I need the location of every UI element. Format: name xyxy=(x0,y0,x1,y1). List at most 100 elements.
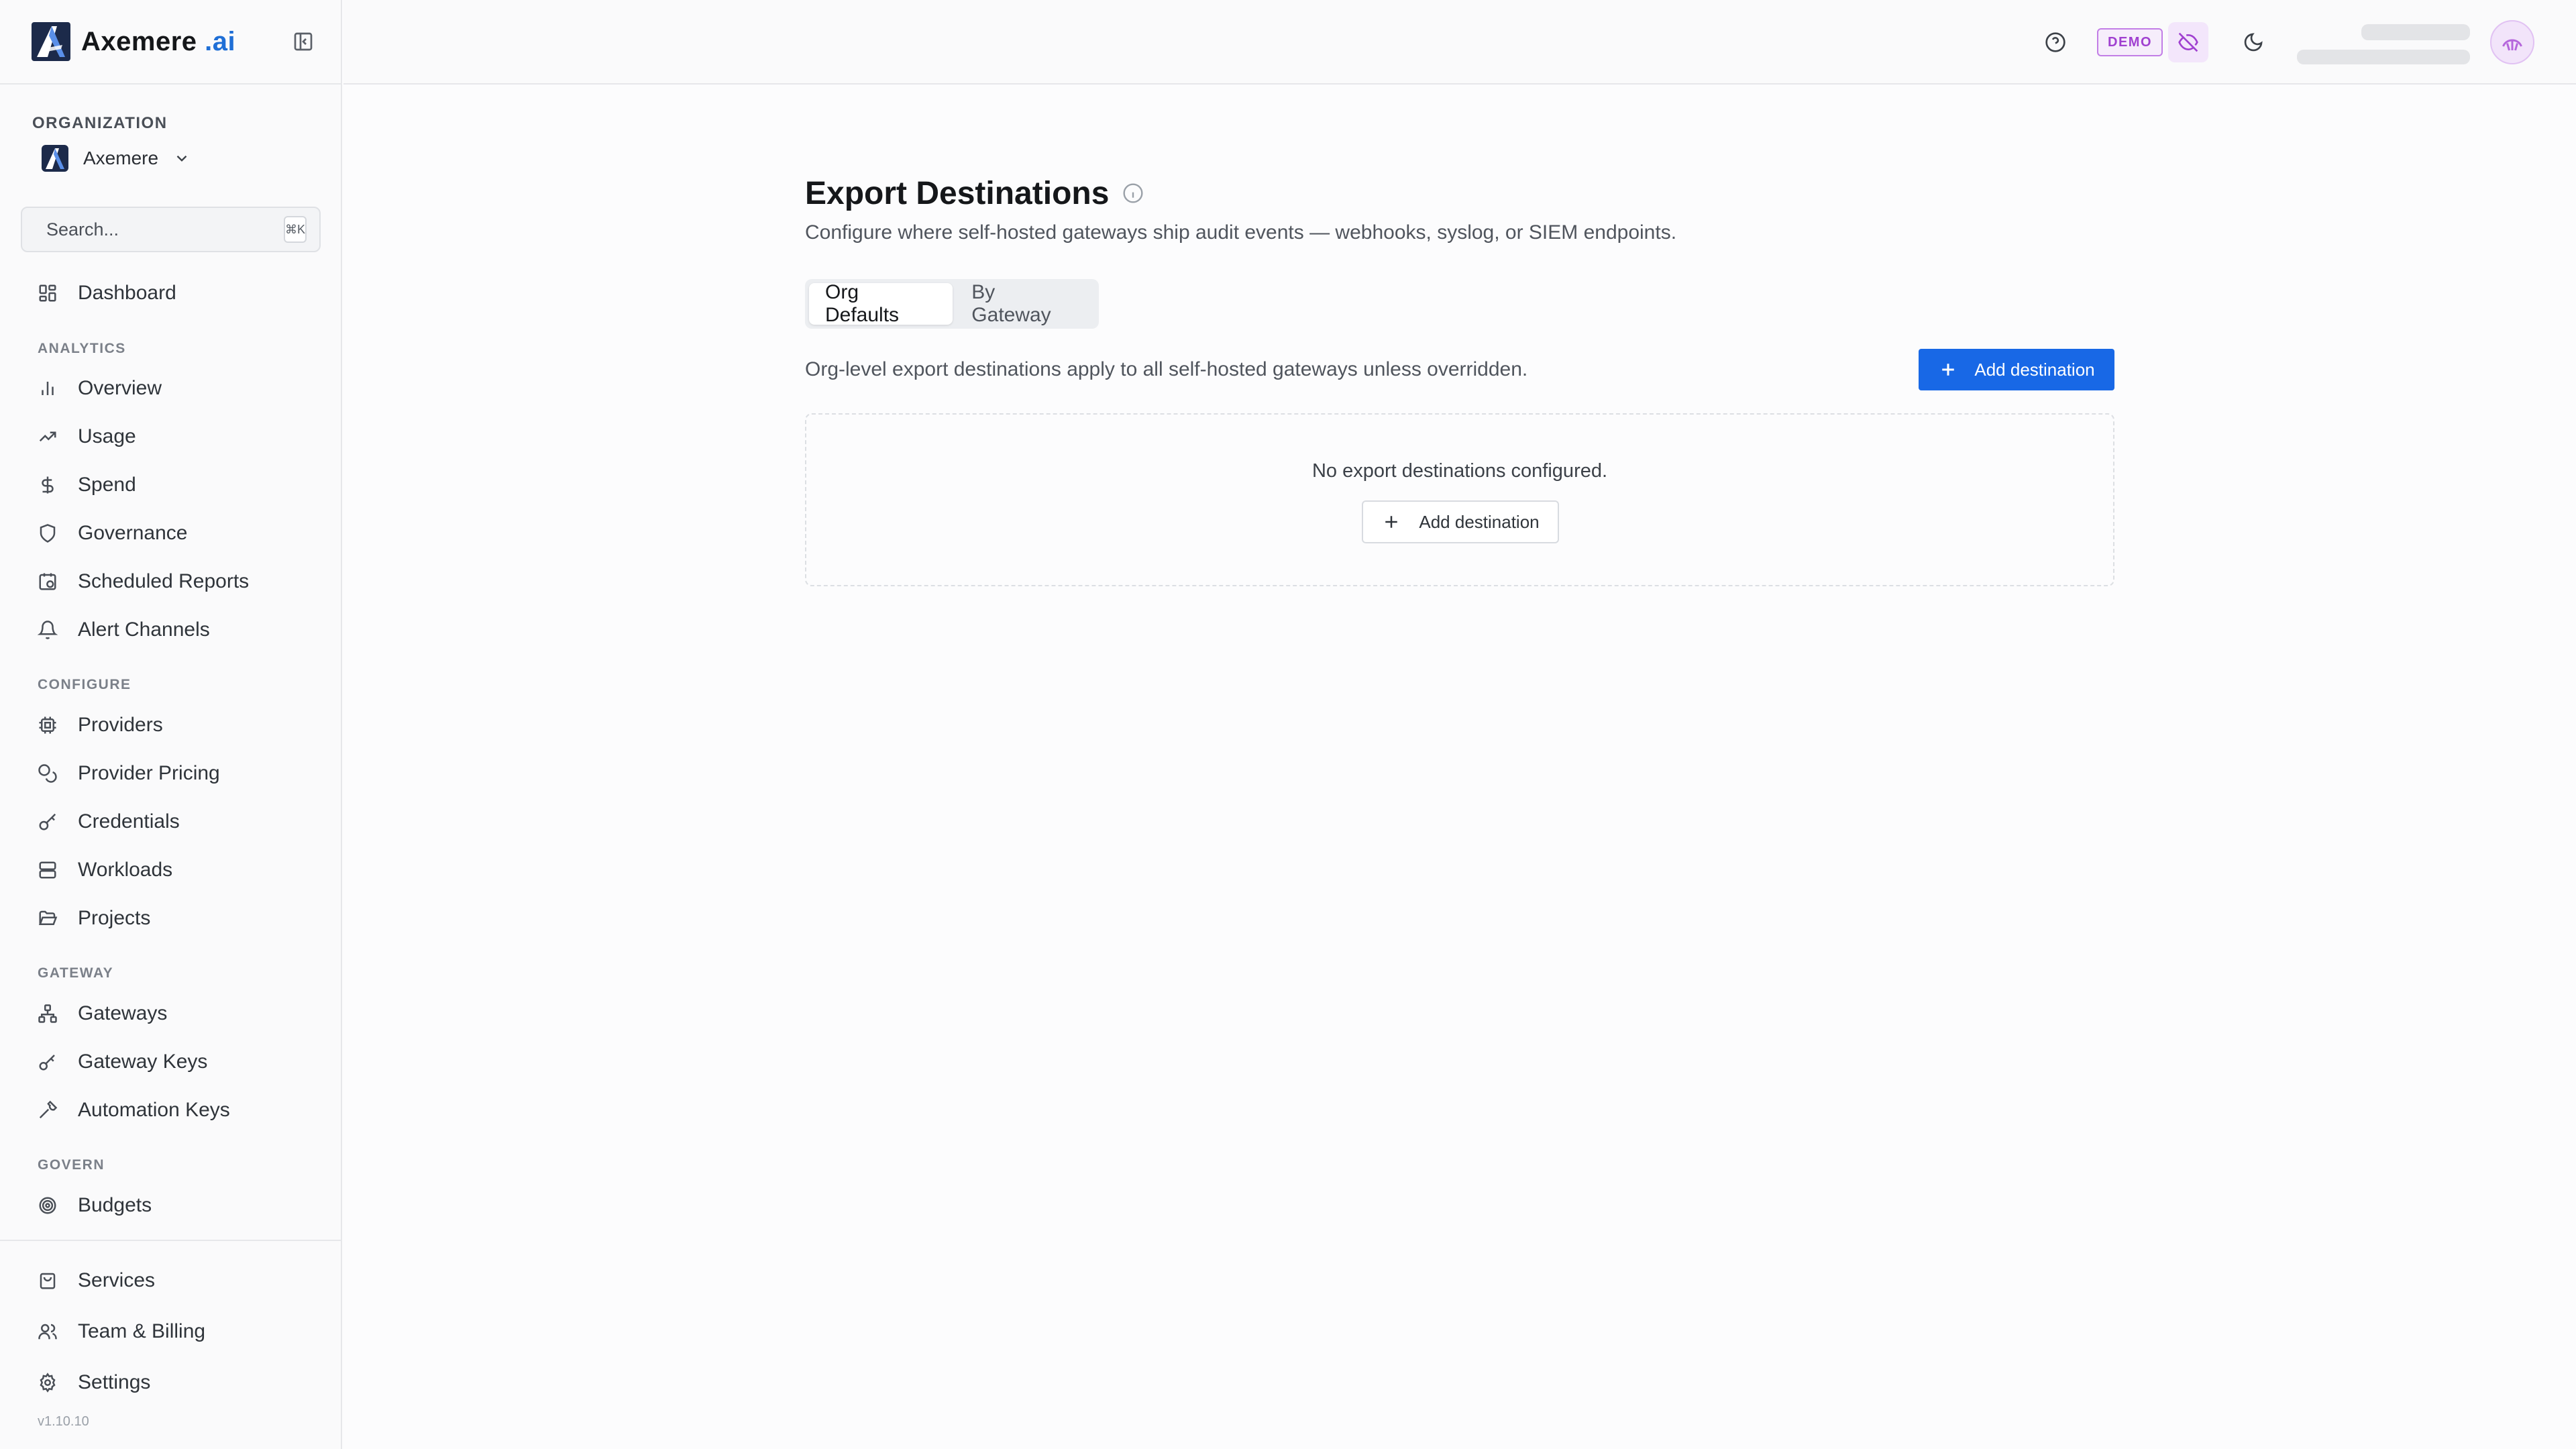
info-icon[interactable] xyxy=(1122,182,1144,204)
sidebar-item-budgets[interactable]: Budgets xyxy=(24,1187,319,1224)
avatar[interactable] xyxy=(2490,20,2534,64)
sidebar-item-services[interactable]: Services xyxy=(24,1262,319,1299)
section-govern: GOVERN xyxy=(38,1157,105,1173)
gear-icon xyxy=(40,1373,56,1393)
target-icon xyxy=(39,1197,56,1214)
sidebar-item-providers[interactable]: Providers xyxy=(24,706,319,744)
plus-icon xyxy=(1385,516,1398,528)
sidebar-item-label: Automation Keys xyxy=(78,1099,230,1121)
sidebar-item-label: Services xyxy=(78,1269,156,1291)
add-destination-button[interactable]: Add destination xyxy=(1919,349,2114,390)
section-configure: CONFIGURE xyxy=(38,677,131,692)
sidebar-item-usage[interactable]: Usage xyxy=(24,418,319,455)
sidebar-item-label: Workloads xyxy=(78,859,173,881)
sidebar-item-label: Projects xyxy=(78,907,151,929)
sidebar-item-label: Governance xyxy=(78,522,188,544)
sidebar-item-label: Team & Billing xyxy=(78,1320,206,1342)
empty-add-destination-label: Add destination xyxy=(1419,511,1540,532)
empty-add-destination-button[interactable]: Add destination xyxy=(1362,500,1559,543)
section-analytics: ANALYTICS xyxy=(38,341,126,356)
privacy-toggle-button[interactable] xyxy=(2168,22,2208,62)
page-title: Export Destinations xyxy=(805,175,1110,211)
sidebar-item-team-billing[interactable]: Team & Billing xyxy=(24,1313,319,1350)
sidebar-item-label: Usage xyxy=(78,425,136,447)
shield-icon xyxy=(40,524,56,543)
folder-open-icon xyxy=(38,910,58,925)
sidebar-item-spend[interactable]: Spend xyxy=(24,466,319,504)
demo-badge: DEMO xyxy=(2097,28,2163,56)
moon-icon xyxy=(2244,33,2263,52)
help-icon xyxy=(2045,32,2065,52)
users-icon xyxy=(38,1324,57,1340)
empty-state: No export destinations configured. Add d… xyxy=(805,413,2114,586)
chevron-down-icon xyxy=(176,155,187,162)
top-bar: DEMO xyxy=(343,0,2576,85)
divider xyxy=(0,1240,342,1241)
server-icon xyxy=(39,861,56,879)
sidebar-item-scheduled-reports[interactable]: Scheduled Reports xyxy=(24,563,319,600)
wrench-key-icon xyxy=(39,1100,58,1119)
sidebar-item-label: Alert Channels xyxy=(78,619,210,641)
sidebar-item-dashboard[interactable]: Dashboard xyxy=(24,274,319,312)
layout-grid-icon xyxy=(39,284,56,302)
sidebar-item-settings[interactable]: Settings xyxy=(24,1364,319,1401)
panel-left-icon xyxy=(294,32,313,51)
page-header: Export Destinations xyxy=(805,173,1144,213)
search-shortcut: ⌘K xyxy=(284,216,307,243)
sidebar-item-automation-keys[interactable]: Automation Keys xyxy=(24,1091,319,1129)
org-switcher[interactable]: Axemere xyxy=(42,144,191,173)
sidebar-item-label: Overview xyxy=(78,377,162,399)
sidebar-item-label: Dashboard xyxy=(78,282,176,304)
key-icon xyxy=(39,813,56,830)
sidebar-item-label: Credentials xyxy=(78,810,180,833)
plus-icon xyxy=(1942,364,1955,376)
sidebar-item-projects[interactable]: Projects xyxy=(24,900,319,937)
sidebar-item-governance[interactable]: Governance xyxy=(24,515,319,552)
sidebar-item-label: Spend xyxy=(78,474,136,496)
page-subtitle: Configure where self-hosted gateways shi… xyxy=(805,221,1677,244)
axemere-logo-icon xyxy=(32,22,70,61)
sidebar-collapse-button[interactable] xyxy=(291,30,315,54)
sidebar-item-gateways[interactable]: Gateways xyxy=(24,995,319,1032)
brand-logo[interactable]: Axemere .ai xyxy=(32,22,235,61)
bar-chart-icon xyxy=(42,382,54,395)
org-level-description: Org-level export destinations apply to a… xyxy=(805,358,1528,380)
brand-name: Axemere .ai xyxy=(81,26,236,56)
sidebar-item-overview[interactable]: Overview xyxy=(24,370,319,407)
shopping-bag-icon xyxy=(40,1273,56,1289)
network-icon xyxy=(38,1004,57,1023)
sidebar-item-workloads[interactable]: Workloads xyxy=(24,851,319,889)
empty-state-message: No export destinations configured. xyxy=(1311,460,1608,482)
app-version: v1.10.10 xyxy=(38,1414,89,1429)
trending-up-icon xyxy=(39,431,56,442)
sidebar-item-provider-pricing[interactable]: Provider Pricing xyxy=(24,755,319,792)
user-name-placeholder xyxy=(2361,24,2470,40)
sidebar: Axemere .ai ORGANIZATION Axemere ⌘K Dash… xyxy=(0,0,342,1449)
sidebar-item-gateway-keys[interactable]: Gateway Keys xyxy=(24,1043,319,1081)
sidebar-item-label: Provider Pricing xyxy=(78,762,220,784)
tab-by-gateway[interactable]: By Gateway xyxy=(955,281,1095,326)
bell-icon xyxy=(38,621,58,639)
sidebar-item-label: Settings xyxy=(78,1371,151,1393)
sidebar-item-label: Gateways xyxy=(78,1002,168,1024)
org-logo-icon xyxy=(42,145,68,172)
tab-org-defaults[interactable]: Org Defaults xyxy=(809,281,953,326)
calendar-clock-icon xyxy=(39,573,56,590)
sidebar-item-credentials[interactable]: Credentials xyxy=(24,803,319,841)
help-button[interactable] xyxy=(2035,22,2076,62)
org-name: Axemere xyxy=(83,148,159,168)
divider xyxy=(0,83,342,85)
org-label: ORGANIZATION xyxy=(32,114,168,132)
sidebar-item-alert-channels[interactable]: Alert Channels xyxy=(24,611,319,649)
sidebar-item-label: Providers xyxy=(78,714,163,736)
search-input[interactable] xyxy=(46,219,284,240)
sidebar-item-label: Budgets xyxy=(78,1194,152,1216)
search-box[interactable]: ⌘K xyxy=(21,207,321,252)
cpu-icon xyxy=(39,716,56,734)
eye-off-icon xyxy=(2178,32,2198,52)
add-destination-label: Add destination xyxy=(1974,359,2095,380)
coins-icon xyxy=(38,764,57,783)
theme-toggle-button[interactable] xyxy=(2233,22,2273,62)
key-round-icon xyxy=(39,1055,55,1071)
section-gateway: GATEWAY xyxy=(38,965,114,981)
